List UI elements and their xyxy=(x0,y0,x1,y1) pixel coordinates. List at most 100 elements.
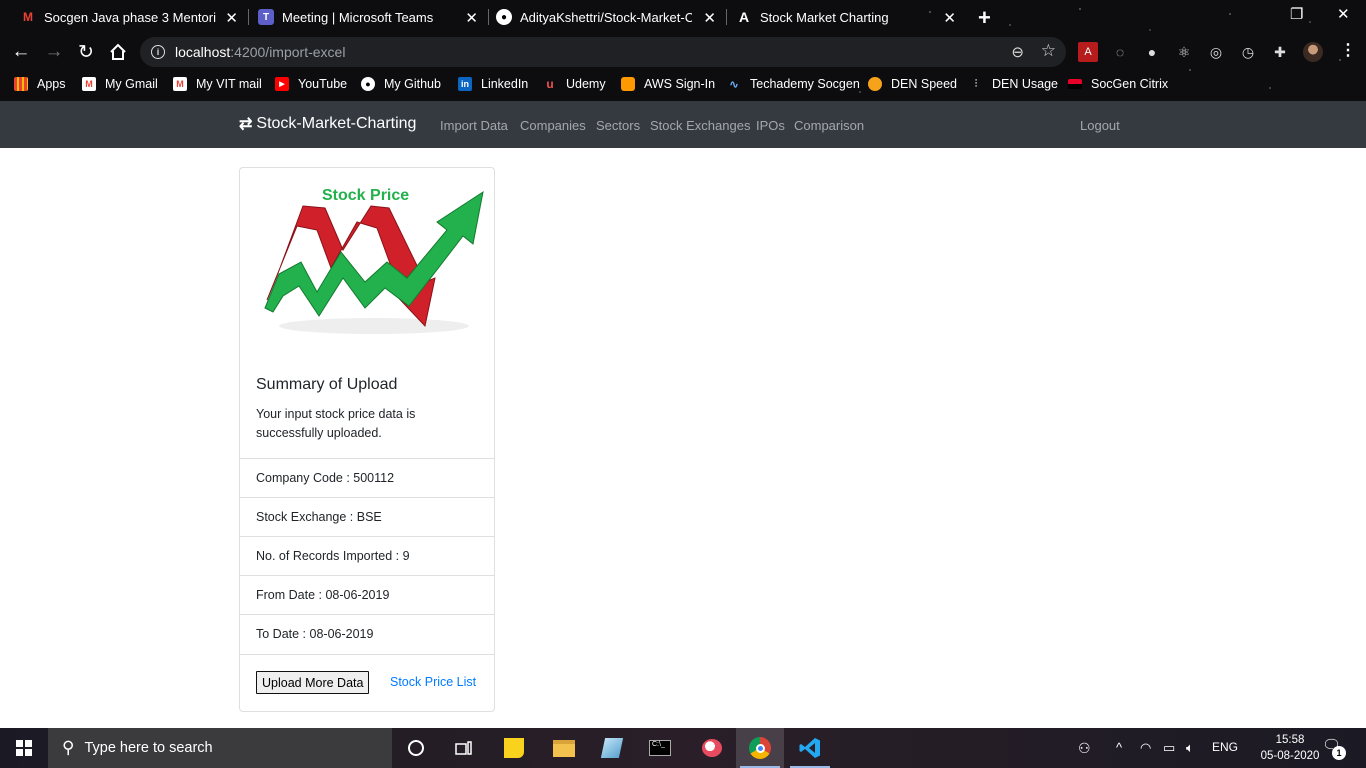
clock-time: 15:58 xyxy=(1275,734,1305,746)
taskbar-search[interactable]: ⚲ Type here to search xyxy=(48,728,392,768)
vscode-icon[interactable] xyxy=(786,728,834,768)
stock-price-list-link[interactable]: Stock Price List xyxy=(390,675,476,689)
sticky-notes-icon[interactable] xyxy=(490,728,538,768)
tab-socgen-mentoring[interactable]: M Socgen Java phase 3 Mentoring ✕ xyxy=(0,0,248,34)
company-code-item: Company Code : 500112 xyxy=(240,458,494,497)
snipping-tool-icon[interactable] xyxy=(688,728,736,768)
bookmark-linkedin[interactable]: in LinkedIn xyxy=(458,77,528,91)
bookmark-youtube[interactable]: ▶ YouTube xyxy=(275,77,347,91)
profile-avatar[interactable] xyxy=(1303,42,1323,62)
bookmark-vit-mail[interactable]: M My VIT mail xyxy=(173,77,262,91)
notification-badge: 1 xyxy=(1332,746,1346,760)
url-host: localhost xyxy=(175,44,231,60)
chrome-taskbar-icon[interactable] xyxy=(736,728,784,768)
card-title: Summary of Upload xyxy=(256,376,398,393)
bookmark-apps[interactable]: Apps xyxy=(14,77,66,91)
bookmark-label: LinkedIn xyxy=(481,77,529,91)
clock-date: 05-08-2020 xyxy=(1260,750,1320,762)
task-view-icon[interactable] xyxy=(440,728,488,768)
extension-icon[interactable]: ◌ xyxy=(1110,42,1130,62)
close-icon[interactable]: ✕ xyxy=(225,9,238,27)
bookmark-label: Apps xyxy=(37,77,66,91)
nav-stock-exchanges[interactable]: Stock Exchanges xyxy=(650,118,750,133)
bookmark-label: Udemy xyxy=(566,77,606,91)
file-explorer-icon[interactable] xyxy=(540,728,588,768)
gmail-icon: M xyxy=(173,77,187,91)
wifi-icon[interactable]: ◠ xyxy=(1140,740,1151,756)
volume-icon[interactable]: 🔈︎ xyxy=(1186,740,1194,756)
cortana-icon[interactable] xyxy=(392,728,440,768)
people-icon[interactable]: ⚇ xyxy=(1078,740,1091,757)
menu-dots-icon[interactable]: ⋮ xyxy=(1340,40,1356,60)
card-text: Your input stock price data is successfu… xyxy=(256,407,416,440)
close-icon[interactable]: ✕ xyxy=(703,9,716,27)
home-icon[interactable] xyxy=(106,40,130,64)
extension-icon[interactable]: ● xyxy=(1142,42,1162,62)
url-path: :4200/import-excel xyxy=(230,44,346,60)
github-icon: ● xyxy=(496,9,512,25)
tab-title: Meeting | Microsoft Teams xyxy=(282,9,434,25)
app-icon[interactable] xyxy=(588,728,636,768)
aws-icon xyxy=(621,77,635,91)
tab-teams-meeting[interactable]: T Meeting | Microsoft Teams ✕ xyxy=(238,0,488,34)
bookmark-label: DEN Speed xyxy=(891,77,958,91)
system-clock[interactable]: 15:58 05-08-2020 xyxy=(1260,732,1320,764)
new-tab-button[interactable]: + xyxy=(978,5,991,31)
bookmark-github[interactable]: ● My Github xyxy=(361,77,441,91)
bookmark-label: My VIT mail xyxy=(196,77,262,91)
pdf-extension-icon[interactable]: A xyxy=(1078,42,1098,62)
nav-companies[interactable]: Companies xyxy=(520,118,586,133)
nav-import-data[interactable]: Import Data xyxy=(440,118,508,133)
address-bar[interactable]: i localhost :4200/import-excel ⊖ ☆ xyxy=(140,37,1066,67)
chevron-up-icon[interactable]: ^ xyxy=(1116,740,1122,755)
nav-sectors[interactable]: Sectors xyxy=(596,118,640,133)
zoom-icon[interactable]: ⊖ xyxy=(1011,43,1024,61)
bookmark-label: YouTube xyxy=(298,77,348,91)
browser-chrome: M Socgen Java phase 3 Mentoring ✕ T Meet… xyxy=(0,0,1366,101)
upload-more-data-button[interactable]: Upload More Data xyxy=(256,671,370,694)
tab-title: Socgen Java phase 3 Mentoring xyxy=(44,9,216,25)
stock-exchange-item: Stock Exchange : BSE xyxy=(240,497,494,536)
bookmark-star-icon[interactable]: ☆ xyxy=(1041,41,1056,61)
site-info-icon[interactable]: i xyxy=(151,45,165,59)
puzzle-extensions-icon[interactable]: ✚ xyxy=(1270,42,1290,62)
nav-ipos[interactable]: IPOs xyxy=(756,118,785,133)
restore-window-icon[interactable]: ❐ xyxy=(1290,5,1303,23)
bookmark-label: SocGen Citrix xyxy=(1091,77,1169,91)
exchange-arrows-icon: ⇄ xyxy=(239,116,253,133)
den-speed-icon xyxy=(868,77,882,91)
den-usage-icon: ⫶ xyxy=(974,77,978,90)
bookmark-udemy[interactable]: u Udemy xyxy=(543,77,606,91)
bookmark-techademy[interactable]: ∿ Techademy Socgen xyxy=(727,77,860,91)
records-imported-item: No. of Records Imported : 9 xyxy=(240,536,494,575)
forward-arrow-icon[interactable]: → xyxy=(42,40,66,64)
start-button[interactable] xyxy=(0,728,48,768)
bookmark-my-gmail[interactable]: M My Gmail xyxy=(82,77,158,91)
terminal-icon[interactable]: C:\_ xyxy=(636,728,684,768)
nav-comparison[interactable]: Comparison xyxy=(794,118,864,133)
tab-github-repo[interactable]: ● AdityaKshettri/Stock-Market-Cha ✕ xyxy=(476,0,726,34)
tab-title: AdityaKshettri/Stock-Market-Cha xyxy=(520,9,692,25)
bookmark-label: Techademy Socgen xyxy=(750,77,860,91)
battery-icon[interactable]: ▭ xyxy=(1163,740,1175,756)
bookmark-socgen-citrix[interactable]: SocGen Citrix xyxy=(1068,77,1168,91)
bookmark-den-speed[interactable]: DEN Speed xyxy=(868,77,957,91)
bookmark-den-usage[interactable]: ⫶ DEN Usage xyxy=(969,77,1058,91)
timer-extension-icon[interactable]: ◷ xyxy=(1238,42,1258,62)
react-devtools-icon[interactable]: ⚛ xyxy=(1174,42,1194,62)
socgen-icon xyxy=(1068,79,1082,89)
close-icon[interactable]: ✕ xyxy=(943,9,956,27)
tab-stock-market-charting[interactable]: A Stock Market Charting ✕ xyxy=(716,0,966,34)
close-window-icon[interactable]: ✕ xyxy=(1337,5,1350,23)
target-extension-icon[interactable]: ◎ xyxy=(1206,42,1226,62)
navbar-brand[interactable]: ⇄ Stock-Market-Charting xyxy=(239,114,416,134)
language-indicator[interactable]: ENG xyxy=(1212,740,1238,754)
back-arrow-icon[interactable]: ← xyxy=(9,40,33,64)
logout-link[interactable]: Logout xyxy=(1080,118,1120,133)
reload-icon[interactable]: ↻ xyxy=(74,40,98,64)
bookmark-aws[interactable]: AWS Sign-In xyxy=(621,77,715,91)
techademy-icon: ∿ xyxy=(729,78,739,91)
tab-strip: M Socgen Java phase 3 Mentoring ✕ T Meet… xyxy=(0,0,1366,34)
gmail-icon: M xyxy=(23,10,33,24)
linkedin-icon: in xyxy=(458,77,472,91)
